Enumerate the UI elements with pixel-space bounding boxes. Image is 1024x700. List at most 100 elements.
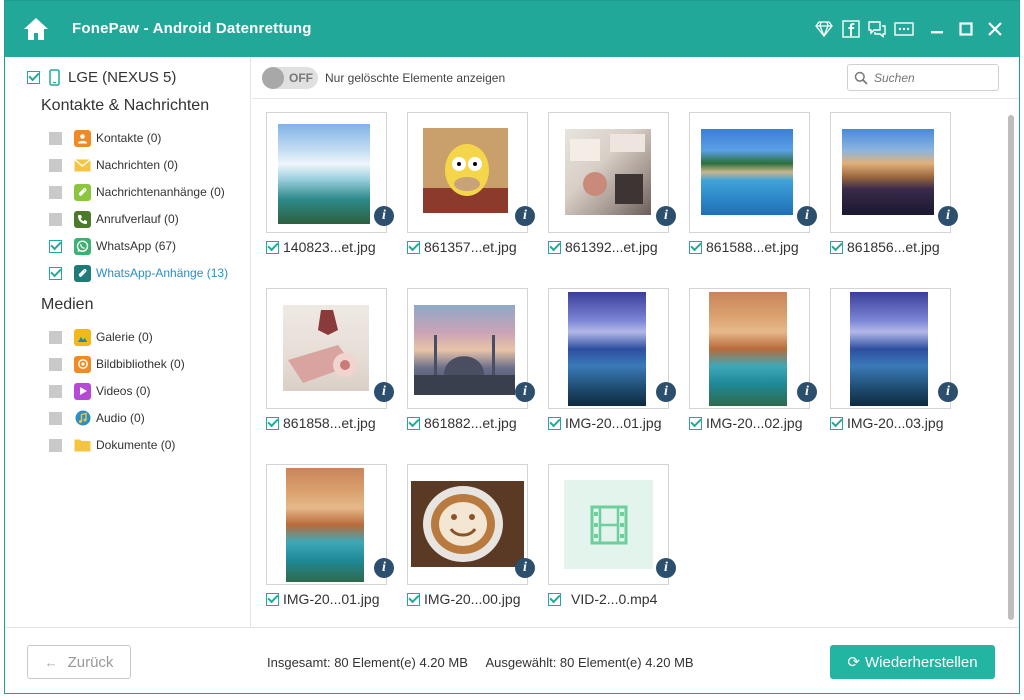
file-tile[interactable]: i VID-2...0.mp4 [534, 452, 676, 616]
close-icon[interactable] [984, 18, 1006, 40]
info-icon[interactable]: i [374, 382, 394, 402]
sidebar-item-messages[interactable]: Nachrichten (0) [49, 155, 178, 175]
sidebar-item-gallery[interactable]: Galerie (0) [49, 327, 153, 347]
home-icon[interactable] [21, 14, 51, 44]
file-tile[interactable]: i 140823...et.jpg [252, 100, 394, 264]
file-thumbnail[interactable]: i [266, 112, 394, 233]
file-caption[interactable]: 861588...et.jpg [689, 238, 799, 256]
file-caption[interactable]: VID-2...0.mp4 [548, 590, 657, 608]
checkbox[interactable] [49, 185, 62, 199]
file-thumbnail[interactable]: i [548, 288, 676, 409]
file-thumbnail[interactable]: i [266, 464, 394, 585]
file-caption[interactable]: 861882...et.jpg [407, 414, 517, 432]
file-thumbnail[interactable]: i [830, 112, 958, 233]
device-checkbox[interactable] [27, 70, 40, 84]
sidebar-item-audio[interactable]: Audio (0) [49, 408, 145, 428]
sidebar-item-documents[interactable]: Dokumente (0) [49, 435, 175, 455]
file-checkbox[interactable] [266, 240, 279, 254]
file-caption[interactable]: 861392...et.jpg [548, 238, 658, 256]
info-icon[interactable]: i [938, 206, 958, 226]
file-checkbox[interactable] [689, 240, 702, 254]
search-input[interactable] [874, 68, 994, 88]
file-tile[interactable]: i IMG-20...02.jpg [675, 276, 817, 440]
info-icon[interactable]: i [374, 558, 394, 578]
file-checkbox[interactable] [689, 416, 702, 430]
file-caption[interactable]: 140823...et.jpg [266, 238, 376, 256]
info-icon[interactable]: i [656, 206, 676, 226]
info-icon[interactable]: i [797, 206, 817, 226]
file-caption[interactable]: 861858...et.jpg [266, 414, 376, 432]
device-row[interactable]: LGE (NEXUS 5) [27, 67, 176, 87]
file-tile[interactable]: i IMG-20...01.jpg [534, 276, 676, 440]
file-checkbox[interactable] [407, 240, 420, 254]
menu-icon[interactable] [893, 18, 915, 40]
info-icon[interactable]: i [656, 382, 676, 402]
file-thumbnail[interactable]: i [407, 288, 535, 409]
deleted-only-toggle[interactable]: OFF [262, 67, 318, 89]
sidebar-item-image-library[interactable]: Bildbibliothek (0) [49, 354, 185, 374]
file-thumbnail[interactable]: i [407, 112, 535, 233]
checkbox[interactable] [49, 411, 62, 425]
file-thumbnail[interactable]: i [548, 464, 676, 585]
info-icon[interactable]: i [515, 206, 535, 226]
file-tile[interactable]: i 861856...et.jpg [816, 100, 958, 264]
checkbox[interactable] [49, 158, 62, 172]
file-checkbox[interactable] [548, 592, 561, 606]
minimize-icon[interactable] [926, 18, 948, 40]
vertical-scrollbar[interactable] [1006, 103, 1016, 623]
file-tile[interactable]: i 861357...et.jpg [393, 100, 535, 264]
file-tile[interactable]: i IMG-20...03.jpg [816, 276, 958, 440]
checkbox[interactable] [49, 384, 62, 398]
info-icon[interactable]: i [656, 558, 676, 578]
file-checkbox[interactable] [266, 416, 279, 430]
checkbox[interactable] [49, 357, 62, 371]
sidebar-item-message-attachments[interactable]: Nachrichtenanhänge (0) [49, 182, 225, 202]
info-icon[interactable]: i [374, 206, 394, 226]
info-icon[interactable]: i [938, 382, 958, 402]
info-icon[interactable]: i [515, 558, 535, 578]
file-thumbnail[interactable]: i [689, 288, 817, 409]
sidebar-item-call-log[interactable]: Anrufverlauf (0) [49, 209, 179, 229]
checkbox[interactable] [49, 131, 62, 145]
file-checkbox[interactable] [830, 240, 843, 254]
search-box[interactable] [847, 64, 999, 91]
file-caption[interactable]: 861357...et.jpg [407, 238, 517, 256]
premium-diamond-icon[interactable] [813, 18, 835, 40]
feedback-icon[interactable] [866, 18, 888, 40]
checkbox[interactable] [49, 266, 62, 280]
checkbox[interactable] [49, 212, 62, 226]
file-caption[interactable]: IMG-20...00.jpg [407, 590, 521, 608]
file-thumbnail[interactable]: i [266, 288, 394, 409]
sidebar-item-videos[interactable]: Videos (0) [49, 381, 150, 401]
checkbox[interactable] [49, 438, 62, 452]
file-tile[interactable]: i 861858...et.jpg [252, 276, 394, 440]
file-tile[interactable]: i 861588...et.jpg [675, 100, 817, 264]
scrollbar-thumb[interactable] [1008, 115, 1014, 620]
file-checkbox[interactable] [548, 416, 561, 430]
file-tile[interactable]: i 861392...et.jpg [534, 100, 676, 264]
file-checkbox[interactable] [407, 592, 420, 606]
file-caption[interactable]: IMG-20...03.jpg [830, 414, 944, 432]
info-icon[interactable]: i [797, 382, 817, 402]
sidebar-item-whatsapp[interactable]: WhatsApp (67) [49, 236, 176, 256]
file-caption[interactable]: IMG-20...02.jpg [689, 414, 803, 432]
file-checkbox[interactable] [830, 416, 843, 430]
file-checkbox[interactable] [407, 416, 420, 430]
maximize-icon[interactable] [955, 18, 977, 40]
file-caption[interactable]: IMG-20...01.jpg [548, 414, 662, 432]
back-button[interactable]: ← Zurück [27, 645, 131, 679]
file-thumbnail[interactable]: i [689, 112, 817, 233]
file-checkbox[interactable] [266, 592, 279, 606]
file-thumbnail[interactable]: i [407, 464, 535, 585]
file-checkbox[interactable] [548, 240, 561, 254]
facebook-icon[interactable] [840, 18, 862, 40]
file-thumbnail[interactable]: i [830, 288, 958, 409]
file-caption[interactable]: IMG-20...01.jpg [266, 590, 380, 608]
file-thumbnail[interactable]: i [548, 112, 676, 233]
file-tile[interactable]: i IMG-20...01.jpg [252, 452, 394, 616]
file-caption[interactable]: 861856...et.jpg [830, 238, 940, 256]
info-icon[interactable]: i [515, 382, 535, 402]
file-tile[interactable]: i 861882...et.jpg [393, 276, 535, 440]
checkbox[interactable] [49, 239, 62, 253]
checkbox[interactable] [49, 330, 62, 344]
